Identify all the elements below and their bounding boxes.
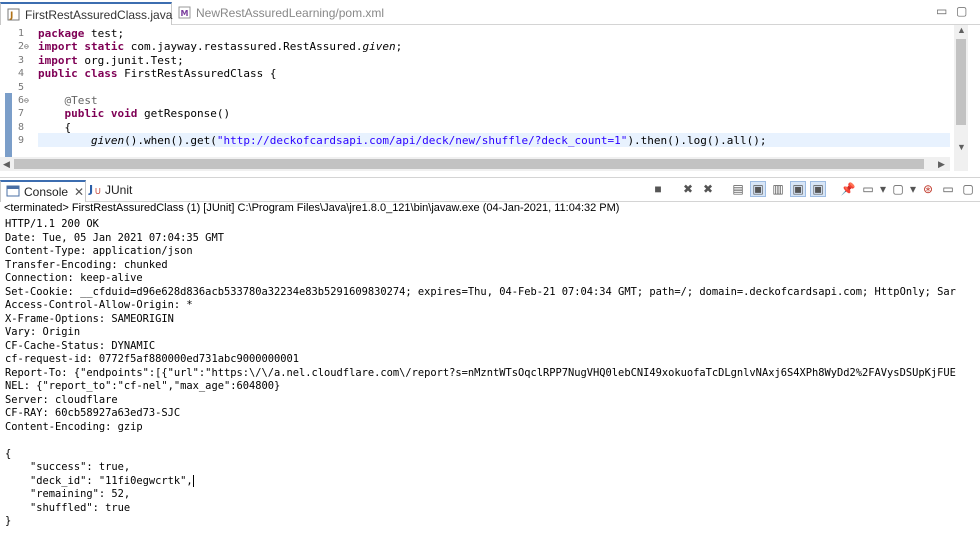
- editor-tab-first-rest-assured-class[interactable]: J FirstRestAssuredClass.java ✕: [0, 2, 188, 25]
- remove-launch-icon[interactable]: ✖: [680, 181, 696, 197]
- console-toolbar: ■ ✖ ✖ ▤ ▣ ▥ ▣ ▣ 📌 ▭ ▾ ▢ ▾ ⊛ ▭ ▢: [650, 181, 976, 197]
- editor-tab-label: FirstRestAssuredClass.java: [25, 7, 173, 22]
- console-line: Server: cloudflare: [5, 393, 118, 406]
- tab-junit[interactable]: JU JUnit: [86, 180, 156, 200]
- console-tab-bar: Console ✕ JU JUnit ■ ✖ ✖ ▤ ▣ ▥ ▣ ▣ 📌 ▭ ▾…: [0, 177, 980, 202]
- scrollbar-thumb[interactable]: [956, 39, 966, 125]
- code-editor[interactable]: 1 package test; 2⊖ import static com.jaywa…: [0, 25, 980, 171]
- console-line: Content-Encoding: gzip: [5, 420, 143, 433]
- console-icon: [6, 185, 20, 200]
- editor-tab-label: NewRestAssuredLearning/pom.xml: [196, 5, 385, 20]
- console-line: HTTP/1.1 200 OK: [5, 218, 99, 230]
- change-marker: [5, 93, 12, 157]
- java-file-icon: J: [7, 8, 20, 21]
- scroll-down-icon[interactable]: ▼: [957, 142, 966, 152]
- editor-vertical-scrollbar[interactable]: ▲ ▼: [954, 25, 968, 171]
- antivirus-icon[interactable]: ⊛: [920, 181, 936, 197]
- svg-text:U: U: [95, 187, 101, 196]
- svg-text:M: M: [181, 9, 189, 18]
- console-line: "success": true,: [5, 461, 131, 473]
- word-wrap-icon[interactable]: ▥: [770, 181, 786, 197]
- console-line: NEL: {"report_to":"cf-nel","max_age":604…: [5, 380, 281, 392]
- tab-label: Console: [24, 185, 69, 199]
- chevron-down-icon[interactable]: ▾: [880, 181, 886, 197]
- close-icon[interactable]: ✕: [74, 185, 84, 199]
- console-line: "remaining": 52,: [5, 488, 131, 500]
- scrollbar-thumb[interactable]: [14, 159, 924, 169]
- show-on-stderr-icon[interactable]: ▣: [810, 181, 826, 197]
- console-line: Report-To: {"endpoints":[{"url":"https:\…: [5, 366, 956, 379]
- console-line: }: [5, 515, 12, 527]
- svg-text:J: J: [9, 11, 13, 21]
- editor-tab-bar: J FirstRestAssuredClass.java ✕ M NewRest…: [0, 0, 980, 25]
- maximize-icon[interactable]: ▢: [956, 4, 967, 18]
- console-line: cf-request-id: 0772f5af880000ed731abc900…: [5, 353, 300, 365]
- console-line: Access-Control-Allow-Origin: *: [5, 299, 193, 311]
- pin-console-icon[interactable]: 📌: [840, 181, 856, 197]
- console-line: Vary: Origin: [5, 326, 81, 338]
- minimize-icon[interactable]: ▭: [936, 4, 947, 18]
- console-line: X-Frame-Options: SAMEORIGIN: [5, 312, 174, 325]
- tab-console[interactable]: Console ✕: [0, 180, 86, 202]
- junit-icon: JU: [88, 182, 102, 199]
- editor-horizontal-scrollbar[interactable]: ◀ ▶: [0, 157, 950, 171]
- remove-all-terminated-icon[interactable]: ✖: [700, 181, 716, 197]
- console-output[interactable]: HTTP/1.1 200 OK Date: Tue, 05 Jan 2021 07…: [5, 218, 980, 529]
- scroll-right-icon[interactable]: ▶: [938, 159, 945, 170]
- tab-label: JUnit: [105, 183, 133, 197]
- console-status-line: <terminated> FirstRestAssuredClass (1) […: [4, 202, 620, 214]
- console-line: CF-RAY: 60cb58927a63ed73-SJC: [5, 407, 181, 419]
- terminate-icon[interactable]: ■: [650, 181, 666, 197]
- show-on-stdout-icon[interactable]: ▣: [790, 181, 806, 197]
- console-line: Date: Tue, 05 Jan 2021 07:04:35 GMT: [5, 231, 224, 244]
- scroll-lock-icon[interactable]: ▣: [750, 181, 766, 197]
- text-cursor: [192, 474, 194, 487]
- display-console-icon[interactable]: ▭: [860, 181, 876, 197]
- console-line: {: [5, 447, 12, 460]
- chevron-down-icon[interactable]: ▾: [910, 181, 916, 197]
- console-line: Transfer-Encoding: chunked: [5, 258, 168, 271]
- console-line: Set-Cookie: __cfduid=d96e628d836acb53378…: [5, 285, 956, 298]
- console-line: "shuffled": true: [5, 501, 131, 514]
- minimize-icon[interactable]: ▭: [940, 181, 956, 197]
- scroll-left-icon[interactable]: ◀: [3, 159, 10, 170]
- console-line: "deck_id": "11fi0egwcrtk",: [5, 474, 194, 487]
- svg-text:J: J: [88, 183, 93, 196]
- editor-tab-pom-xml[interactable]: M NewRestAssuredLearning/pom.xml: [172, 2, 392, 23]
- open-console-icon[interactable]: ▢: [890, 181, 906, 197]
- scroll-up-icon[interactable]: ▲: [957, 25, 966, 35]
- clear-console-icon[interactable]: ▤: [730, 181, 746, 197]
- console-line: CF-Cache-Status: DYNAMIC: [5, 339, 156, 352]
- maximize-icon[interactable]: ▢: [960, 181, 976, 197]
- maven-file-icon: M: [178, 6, 191, 19]
- console-line: Connection: keep-alive: [5, 272, 143, 284]
- console-line: Content-Type: application/json: [5, 245, 193, 257]
